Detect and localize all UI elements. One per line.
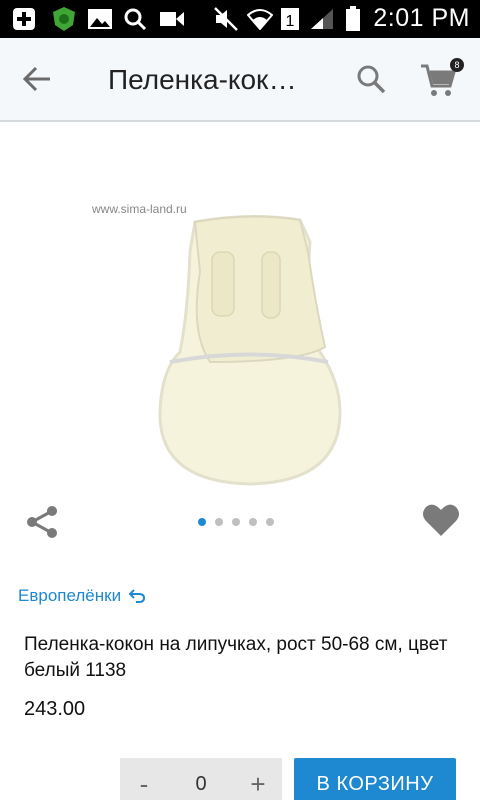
cart-count-badge: 8	[450, 58, 464, 72]
status-time: 2:01 PM	[373, 4, 470, 32]
search-icon[interactable]	[354, 62, 388, 96]
signal-icon	[308, 6, 336, 32]
quantity-stepper: - 0 +	[120, 758, 282, 800]
shield-app-icon	[50, 6, 78, 32]
product-image[interactable]	[150, 212, 350, 492]
page-dot-3[interactable]	[232, 518, 240, 526]
product-gallery[interactable]: www.sima-land.ru	[0, 124, 480, 544]
product-title: Пеленка-кокон на липучках, рост 50-68 см…	[24, 634, 448, 681]
gallery-icon	[86, 6, 114, 32]
status-bar: 1 2:01 PM	[0, 0, 480, 38]
arrow-back-icon[interactable]	[20, 62, 54, 96]
heart-icon[interactable]	[422, 502, 460, 538]
page-dot-5[interactable]	[266, 518, 274, 526]
page-dot-2[interactable]	[215, 518, 223, 526]
add-to-cart-button[interactable]: В КОРЗИНУ	[294, 758, 456, 800]
search-icon	[122, 6, 148, 32]
page-title: Пеленка-кокон на липучках	[108, 64, 308, 95]
quantity-value[interactable]: 0	[195, 773, 206, 796]
undo-arrow-icon	[129, 589, 146, 603]
brand-name: Европелёнки	[18, 586, 122, 605]
mute-icon	[212, 6, 240, 32]
share-icon[interactable]	[24, 504, 60, 540]
sim-number: 1	[286, 13, 295, 30]
plus-box-icon	[10, 6, 38, 32]
sim-icon: 1	[280, 6, 300, 32]
app-bar: Пеленка-кокон на липучках	[0, 38, 480, 122]
quantity-increase-button[interactable]: +	[248, 769, 268, 800]
wifi-icon	[246, 6, 274, 32]
brand-link[interactable]: Европелёнки	[18, 586, 146, 606]
gallery-pagination	[198, 518, 274, 526]
quantity-decrease-button[interactable]: -	[134, 769, 154, 800]
battery-icon	[342, 6, 364, 32]
product-price: 243.00	[24, 698, 86, 720]
page-dot-4[interactable]	[249, 518, 257, 526]
video-icon	[158, 6, 186, 32]
page-dot-1[interactable]	[198, 518, 206, 526]
